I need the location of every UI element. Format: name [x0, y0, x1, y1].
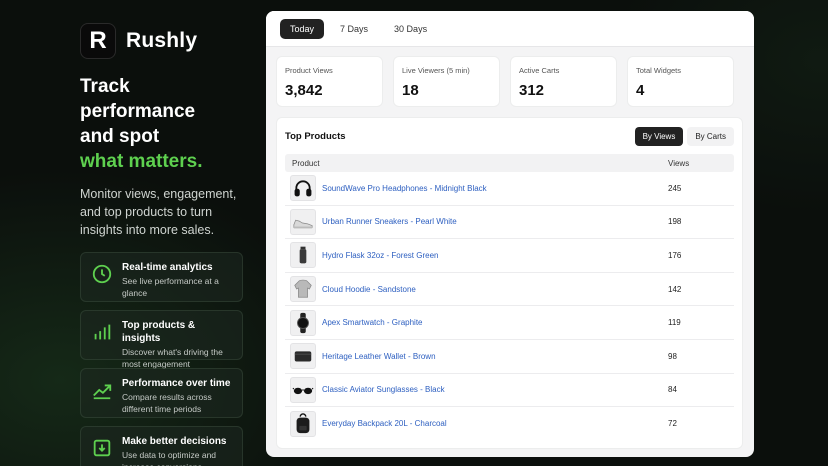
column-views: Views	[668, 158, 690, 168]
product-views: 98	[668, 351, 677, 361]
feature-desc: Compare results across different time pe…	[122, 392, 212, 414]
table-row: Urban Runner Sneakers - Pearl White 198	[285, 206, 734, 240]
product-views: 72	[668, 419, 677, 429]
by-carts-button[interactable]: By Carts	[687, 126, 734, 146]
bottle-icon	[299, 247, 307, 264]
stat-value: 18	[402, 82, 419, 99]
hoodie-icon	[294, 279, 312, 298]
feature-desc: Discover what's driving the most engagem…	[122, 347, 223, 369]
table-row: Cloud Hoodie - Sandstone 142	[285, 273, 734, 307]
product-link[interactable]: Everyday Backpack 20L - Charcoal	[322, 419, 668, 428]
logo: R	[80, 23, 116, 59]
download-icon	[93, 439, 111, 457]
by-views-button[interactable]: By Views	[634, 126, 684, 146]
product-views: 176	[668, 250, 682, 260]
clock-icon	[92, 264, 112, 284]
product-thumbnail	[290, 175, 316, 202]
product-link[interactable]: Classic Aviator Sunglasses - Black	[322, 385, 668, 394]
product-link[interactable]: Apex Smartwatch - Graphite	[322, 318, 668, 327]
table-row: Classic Aviator Sunglasses - Black 84	[285, 374, 734, 408]
column-product: Product	[292, 158, 320, 168]
stats-row: Product Views 3,842 Live Viewers (5 min)…	[276, 56, 734, 107]
product-views: 142	[668, 284, 682, 294]
tab-today[interactable]: Today	[280, 18, 325, 39]
product-thumbnail	[290, 276, 316, 303]
product-thumbnail	[290, 376, 316, 403]
tab-7-days[interactable]: 7 Days	[330, 19, 378, 39]
feature-card: Real-time analytics See live performance…	[80, 252, 243, 302]
headline-line2: and spot	[80, 126, 160, 147]
product-link[interactable]: Heritage Leather Wallet - Brown	[322, 352, 668, 361]
table-row: Apex Smartwatch - Graphite 119	[285, 306, 734, 340]
stat-value: 3,842	[285, 82, 323, 99]
feature-card: Performance over time Compare results ac…	[80, 368, 243, 418]
stat-label: Total Widgets	[636, 66, 682, 75]
table-row: SoundWave Pro Headphones - Midnight Blac…	[285, 172, 734, 206]
table-row: Hydro Flask 32oz - Forest Green 176	[285, 239, 734, 273]
top-products-card: Top Products By Views By Carts Product V…	[276, 117, 743, 449]
product-link[interactable]: Hydro Flask 32oz - Forest Green	[322, 251, 668, 260]
sunglasses-icon	[292, 387, 314, 394]
marketing-panel: R Rushly Track performance and spot what…	[80, 22, 250, 466]
feature-title: Make better decisions	[122, 436, 227, 447]
sort-toggle: By Views By Carts	[634, 126, 734, 146]
headphones-icon	[294, 180, 312, 197]
product-views: 245	[668, 183, 682, 193]
product-views: 119	[668, 318, 681, 328]
table-row: Heritage Leather Wallet - Brown 98	[285, 340, 734, 374]
brand: R Rushly	[80, 22, 250, 60]
feature-desc: Use data to optimize and increase conver…	[122, 450, 217, 466]
stat-card-live-viewers: Live Viewers (5 min) 18	[393, 56, 500, 107]
feature-card: Make better decisions Use data to optimi…	[80, 426, 243, 466]
product-thumbnail	[290, 343, 316, 370]
stat-label: Live Viewers (5 min)	[402, 66, 470, 75]
product-views: 84	[668, 385, 677, 395]
trend-icon	[93, 384, 112, 400]
wallet-icon	[294, 351, 312, 362]
feature-title: Performance over time	[122, 378, 231, 389]
feature-title: Real-time analytics	[122, 262, 213, 273]
stat-card-total-widgets: Total Widgets 4	[627, 56, 734, 107]
stat-card-product-views: Product Views 3,842	[276, 56, 383, 107]
product-thumbnail	[290, 309, 316, 336]
product-link[interactable]: SoundWave Pro Headphones - Midnight Blac…	[322, 184, 668, 193]
hero-subtitle: Monitor views, engagement, and top produ…	[80, 187, 237, 237]
top-products-header: Top Products By Views By Carts	[277, 118, 742, 154]
stat-label: Product Views	[285, 66, 333, 75]
headline-line1: Track performance	[80, 76, 196, 122]
table-header: Product Views	[285, 154, 734, 172]
sneaker-icon	[293, 219, 313, 229]
feature-title: Top products & insights	[122, 320, 196, 344]
product-thumbnail	[290, 208, 316, 235]
stat-label: Active Carts	[519, 66, 560, 75]
backpack-icon	[296, 413, 310, 434]
table-row: Everyday Backpack 20L - Charcoal 72	[285, 407, 734, 441]
tab-30-days[interactable]: 30 Days	[384, 19, 437, 39]
product-thumbnail	[290, 410, 316, 437]
feature-card: Top products & insights Discover what's …	[80, 310, 243, 369]
bar-chart-icon	[94, 324, 111, 340]
product-thumbnail	[290, 242, 316, 269]
brand-name: Rushly	[126, 29, 198, 52]
top-products-title: Top Products	[285, 130, 346, 142]
time-range-tabs: Today 7 Days 30 Days	[266, 11, 754, 47]
headline: Track performance and spot what matters.	[80, 74, 250, 174]
headline-accent: what matters.	[80, 151, 203, 172]
product-link[interactable]: Cloud Hoodie - Sandstone	[322, 285, 668, 294]
feature-desc: See live performance at a glance	[122, 276, 219, 298]
stat-card-active-carts: Active Carts 312	[510, 56, 617, 107]
feature-list: Real-time analytics See live performance…	[80, 252, 250, 466]
stat-value: 312	[519, 82, 545, 99]
dashboard-panel: Today 7 Days 30 Days Product Views 3,842…	[266, 11, 754, 457]
product-link[interactable]: Urban Runner Sneakers - Pearl White	[322, 217, 668, 226]
product-views: 198	[668, 217, 682, 227]
stat-value: 4	[636, 82, 645, 99]
watch-icon	[297, 312, 309, 333]
